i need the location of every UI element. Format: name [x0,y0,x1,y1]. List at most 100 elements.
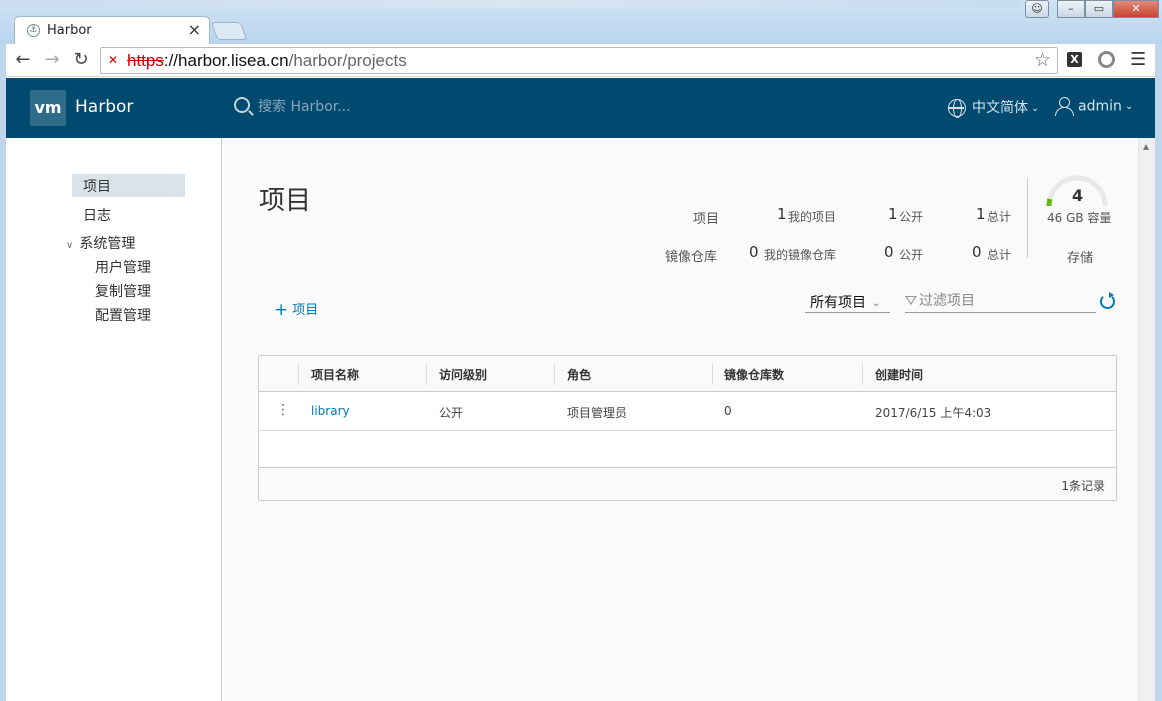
user-icon [1055,97,1074,116]
chevron-down-icon: ⌄ [872,297,881,309]
globe-icon [948,99,966,118]
back-arrow-icon[interactable]: ← [12,49,34,70]
close-window-button[interactable]: ✕ [1113,0,1159,18]
sidebar-item-replication[interactable]: 复制管理 [95,281,151,301]
column-separator [712,363,713,385]
table-header: 项目名称 访问级别 角色 镜像仓库数 创建时间 [259,356,1116,392]
stat-total-projects-count: 1 [976,205,986,223]
project-filter [905,290,1096,313]
browser-toolbar: ← → ↻ ✕ https://harbor.lisea.cn/harbor/p… [0,44,1162,77]
url-path: /harbor/projects [288,51,407,70]
chevron-down-icon: ∨ [66,240,74,251]
column-header-access[interactable]: 访问级别 [439,366,487,383]
stat-my-repos-label: 我的镜像仓库 [764,248,837,262]
profile-window-button[interactable]: ☺ [1025,0,1049,18]
storage-label: 存储 [1067,251,1094,266]
close-tab-icon[interactable]: × [188,20,201,39]
column-header-name[interactable]: 项目名称 [311,366,359,383]
project-name-link[interactable]: library [311,404,350,418]
language-label: 中文简体 [972,100,1028,116]
project-created: 2017/6/15 上午4:03 [875,406,992,420]
search-icon [234,97,250,113]
new-tab-button[interactable] [210,22,248,40]
filter-icon [905,296,917,305]
sidebar-item-configuration[interactable]: 配置管理 [95,305,151,325]
add-project-button[interactable]: + 项目 [274,299,318,320]
stat-total-repos-label: 总计 [987,248,1012,262]
project-filter-select[interactable]: 所有项目 ⌄ [805,290,890,313]
plus-icon: + [274,300,289,320]
refresh-icon[interactable] [1100,292,1115,309]
row-action-menu-icon[interactable]: ⋮ [276,402,290,418]
sidebar-item-label: 系统管理 [79,236,136,252]
vmware-logo[interactable]: vm [30,90,66,126]
maximize-button[interactable]: ▭ [1085,0,1113,18]
url-host: ://harbor.lisea.cn [163,51,289,70]
scroll-up-icon[interactable]: ▲ [1143,142,1149,151]
projects-table: 项目名称 访问级别 角色 镜像仓库数 创建时间 ⋮ library 公开 项目管… [258,355,1117,501]
insecure-lock-icon[interactable]: ✕ [108,53,118,67]
language-selector[interactable]: 中文简体 ⌄ [948,97,1040,118]
extension-circle-icon[interactable] [1098,51,1115,68]
forward-arrow-icon[interactable]: → [41,49,63,70]
main-content: 项目 项目 1 我的项目 1 公开 1 总计 镜像仓库 0 我的镜像仓库 0 公… [222,138,1138,701]
table-footer: 1条记录 [259,467,1116,500]
storage-capacity: 46 GB 容量 [1047,211,1112,225]
filter-input[interactable] [919,291,1094,311]
url-scheme: https [127,51,164,70]
storage-value: 4 [1072,186,1084,205]
sidebar: 项目 日志 ∨ 系统管理 用户管理 复制管理 配置管理 [6,138,222,701]
user-menu[interactable]: admin ⌄ [1055,97,1133,116]
record-count: 1条记录 [1061,479,1105,493]
stat-my-projects-label: 我的项目 [788,210,837,224]
stat-public-label: 公开 [899,210,924,224]
filter-select-value: 所有项目 [810,295,866,311]
stat-my-repos-count: 0 [749,243,759,261]
column-separator [554,363,555,385]
tab-title: Harbor [47,23,92,38]
user-name: admin [1078,98,1122,115]
vertical-scrollbar[interactable]: ▲ [1138,138,1155,701]
stat-total-repos-count: 0 [972,243,982,261]
project-access: 公开 [439,406,464,420]
column-header-repo-count[interactable]: 镜像仓库数 [724,366,784,383]
add-project-label: 项目 [292,303,319,318]
browser-menu-icon[interactable]: ☰ [1130,49,1146,70]
sidebar-item-logs[interactable]: 日志 [83,205,111,225]
column-header-created[interactable]: 创建时间 [875,366,923,383]
sidebar-item-projects[interactable]: 项目 [72,174,185,197]
stat-public-repos-label: 公开 [899,248,924,262]
column-header-role[interactable]: 角色 [567,366,591,383]
harbor-favicon-icon: ⚓ [27,24,40,37]
chevron-down-icon: ⌄ [1031,102,1040,114]
stat-divider [1027,178,1028,258]
chevron-down-icon: ⌄ [1124,101,1134,112]
gauge-fill [1046,198,1053,207]
stat-my-projects-count: 1 [777,205,787,223]
project-role: 项目管理员 [567,406,628,420]
column-separator [298,363,299,385]
column-separator [426,363,427,385]
bookmark-star-icon[interactable]: ☆ [1034,49,1051,71]
project-repo-count: 0 [724,404,732,418]
brand-title[interactable]: Harbor [75,97,133,117]
table-row[interactable]: ⋮ library 公开 项目管理员 0 2017/6/15 上午4:03 [259,393,1116,431]
reload-icon[interactable]: ↻ [70,49,92,70]
window-border-right [1155,44,1162,701]
titlebar-strip [0,0,1020,8]
stat-projects-label: 项目 [693,212,720,227]
address-bar[interactable]: ✕ https://harbor.lisea.cn/harbor/project… [100,47,1058,74]
stat-total-label: 总计 [987,210,1012,224]
stat-repos-label: 镜像仓库 [665,250,718,265]
url-text[interactable]: https://harbor.lisea.cn/harbor/projects [127,51,407,71]
search-input[interactable] [258,97,438,117]
global-search [234,97,438,119]
browser-tab[interactable]: ⚓ Harbor × [14,16,210,44]
app-header: vm Harbor 中文简体⌄ admin⌄ [6,78,1155,138]
sidebar-item-users[interactable]: 用户管理 [95,257,151,277]
page-title: 项目 [259,186,312,216]
extension-x-icon[interactable]: X [1067,52,1082,67]
sidebar-item-admin[interactable]: ∨ 系统管理 [66,233,135,253]
minimize-button[interactable]: – [1057,0,1085,18]
column-separator [862,363,863,385]
